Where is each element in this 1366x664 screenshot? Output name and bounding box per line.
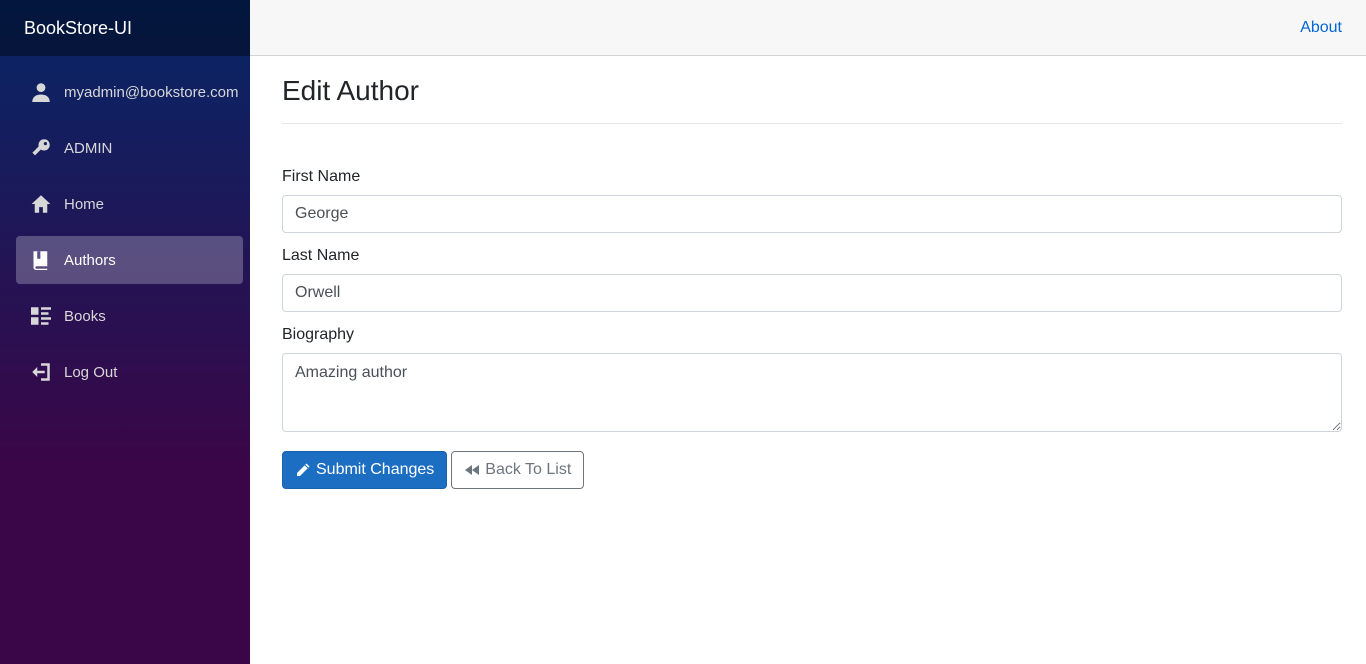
sidebar-item-admin[interactable]: ADMIN: [16, 124, 243, 172]
sidebar-item-authors[interactable]: Authors: [16, 236, 243, 284]
form-buttons: Submit Changes Back To List: [282, 451, 1342, 489]
sidebar-item-home[interactable]: Home: [16, 180, 243, 228]
key-icon: [30, 137, 52, 159]
page-title: Edit Author: [282, 75, 419, 106]
pencil-icon: [297, 463, 310, 476]
submit-changes-button[interactable]: Submit Changes: [282, 451, 448, 489]
first-name-label: First Name: [282, 168, 361, 185]
first-name-group: First Name: [282, 168, 1342, 233]
last-name-label: Last Name: [282, 247, 360, 264]
main-content: Edit Author First Name Last Name Biograp…: [282, 56, 1342, 489]
back-to-list-label: Back To List: [485, 461, 572, 478]
divider: [282, 123, 1342, 124]
book-icon: [30, 249, 52, 271]
sidebar: BookStore-UI myadmin@bookstore.com ADMIN…: [0, 0, 250, 664]
list-icon: [30, 305, 52, 327]
sidebar-item-label: Log Out: [64, 363, 118, 381]
top-bar: About: [250, 0, 1366, 56]
submit-changes-label: Submit Changes: [316, 461, 435, 478]
sidebar-item-books[interactable]: Books: [16, 292, 243, 340]
logout-icon: [30, 361, 52, 383]
last-name-input[interactable]: [282, 274, 1342, 312]
sidebar-item-user[interactable]: myadmin@bookstore.com: [16, 68, 243, 116]
edit-author-form: First Name Last Name Biography Amazing a…: [282, 168, 1342, 489]
biography-textarea[interactable]: Amazing author: [282, 353, 1342, 432]
biography-label: Biography: [282, 326, 355, 343]
person-icon: [30, 81, 52, 103]
sidebar-item-label: myadmin@bookstore.com: [64, 83, 239, 101]
first-name-input[interactable]: [282, 195, 1342, 233]
backward-icon: [465, 465, 480, 475]
last-name-group: Last Name: [282, 247, 1342, 312]
brand-title[interactable]: BookStore-UI: [0, 0, 250, 56]
sidebar-item-label: Books: [64, 307, 106, 325]
home-icon: [30, 193, 52, 215]
sidebar-item-label: ADMIN: [64, 139, 113, 157]
sidebar-item-logout[interactable]: Log Out: [16, 348, 243, 396]
about-link[interactable]: About: [1300, 19, 1342, 37]
sidebar-item-label: Home: [64, 195, 105, 213]
sidebar-item-label: Authors: [64, 251, 116, 269]
biography-group: Biography Amazing author: [282, 326, 1342, 437]
back-to-list-button[interactable]: Back To List: [451, 451, 585, 489]
sidebar-nav: myadmin@bookstore.com ADMIN Home Authors…: [0, 56, 250, 396]
